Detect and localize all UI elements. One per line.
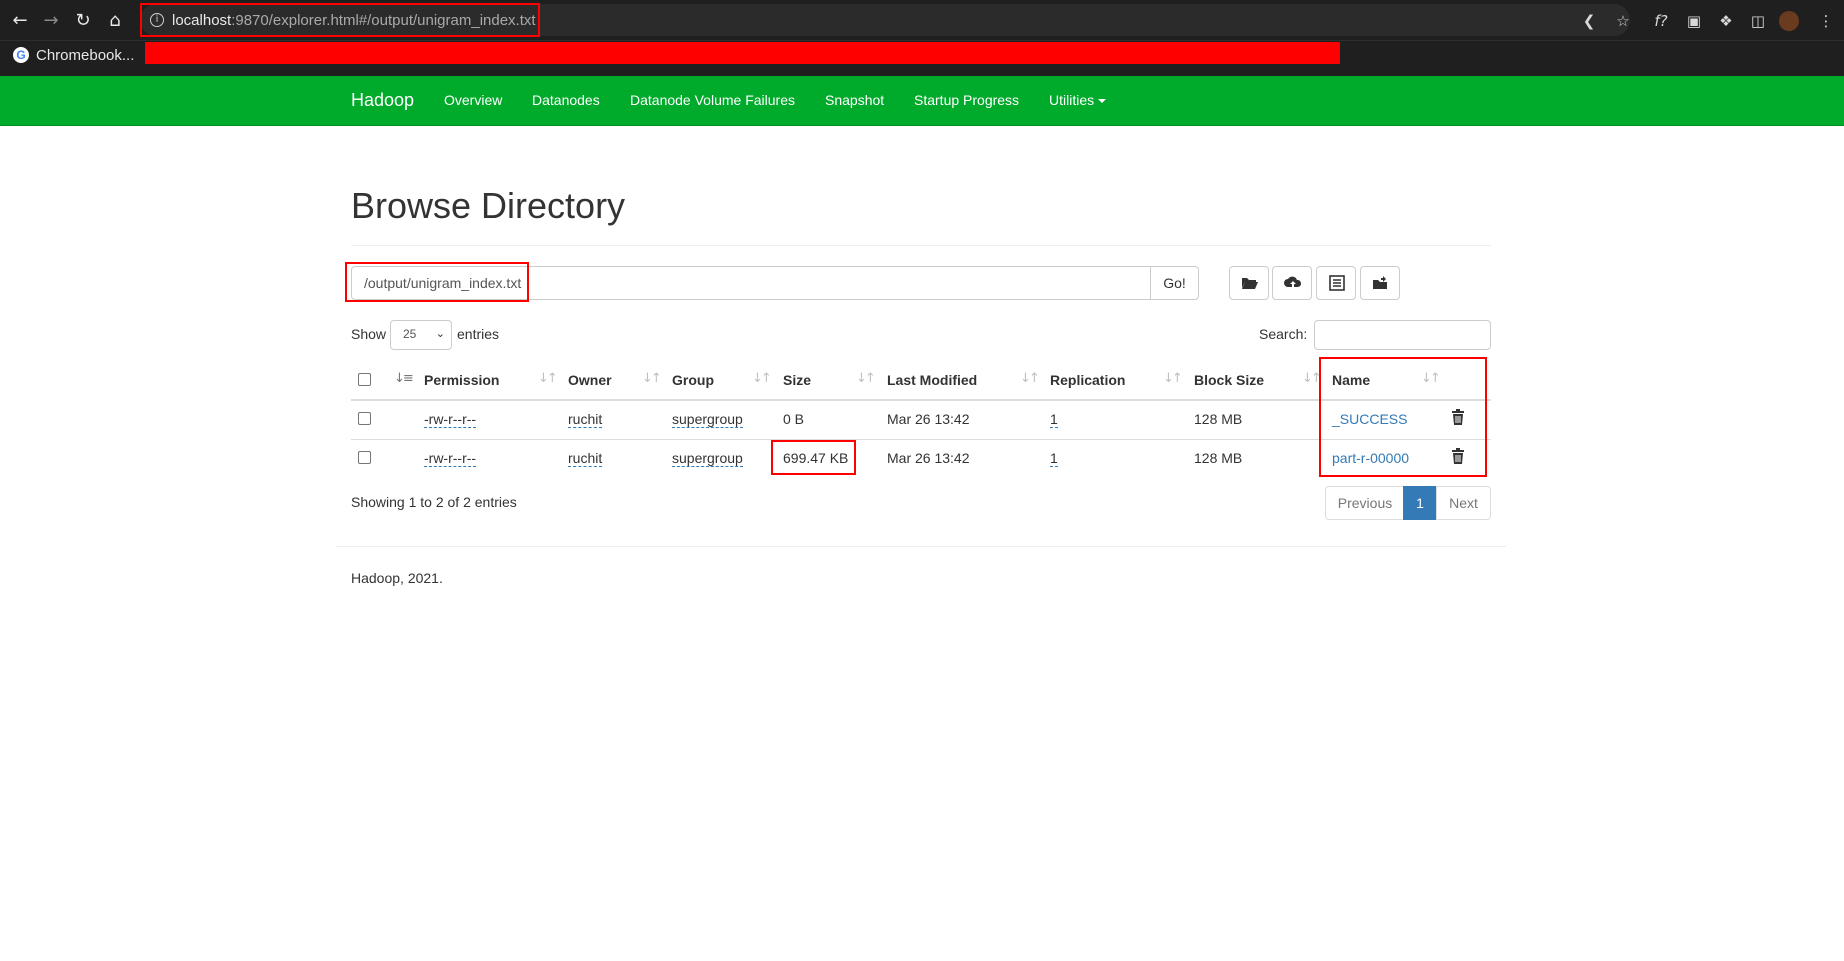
upload-button[interactable] (1272, 266, 1312, 300)
replication-cell[interactable]: 1 (1050, 450, 1058, 467)
nav-snapshot[interactable]: Snapshot (825, 92, 884, 108)
google-icon: G (13, 47, 29, 63)
block-size-cell: 128 MB (1194, 411, 1243, 427)
share-icon[interactable]: ❮ (1579, 11, 1599, 31)
column-replication[interactable]: Replication (1050, 372, 1125, 388)
cloud-upload-icon (1284, 276, 1302, 289)
row-checkbox[interactable] (358, 412, 371, 425)
go-button[interactable]: Go! (1150, 266, 1199, 300)
show-label: Show (351, 326, 387, 342)
redacted-region (145, 42, 1340, 64)
modified-cell: Mar 26 13:42 (887, 411, 970, 427)
path-highlight (345, 262, 529, 302)
extension-formula-icon[interactable]: f? (1651, 11, 1671, 31)
menu-icon[interactable]: ⋮ (1816, 11, 1836, 31)
page-title: Browse Directory (351, 185, 626, 226)
profile-avatar[interactable] (1779, 11, 1799, 31)
sort-icon[interactable]: ↓↑ (538, 371, 558, 386)
column-size[interactable]: Size (783, 372, 811, 388)
owner-cell[interactable]: ruchit (568, 411, 603, 428)
modified-cell: Mar 26 13:42 (887, 450, 970, 466)
permission-cell[interactable]: -rw-r--r-- (424, 411, 477, 428)
name-column-highlight (1319, 357, 1487, 477)
navbar-brand[interactable]: Hadoop (351, 90, 414, 111)
table-info: Showing 1 to 2 of 2 entries (351, 494, 517, 510)
list-alt-icon (1329, 275, 1345, 291)
nav-utilities-label: Utilities (1049, 92, 1095, 108)
bookmark-item[interactable]: Chromebook... (36, 47, 134, 64)
nav-datanodes[interactable]: Datanodes (532, 92, 600, 108)
cut-paste-button[interactable] (1316, 266, 1356, 300)
next-page-button[interactable]: Next (1436, 486, 1491, 520)
row-checkbox[interactable] (358, 451, 371, 464)
side-panel-icon[interactable]: ◫ (1748, 11, 1768, 31)
entries-label: entries (457, 326, 500, 342)
folder-move-icon (1373, 276, 1387, 289)
column-owner[interactable]: Owner (568, 372, 612, 388)
permission-cell[interactable]: -rw-r--r-- (424, 450, 477, 467)
search-label: Search: (1259, 326, 1308, 342)
column-permission[interactable]: Permission (424, 372, 499, 388)
column-group[interactable]: Group (672, 372, 714, 388)
column-block-size[interactable]: Block Size (1194, 372, 1264, 388)
sort-icon[interactable]: ↓↑ (856, 371, 876, 386)
create-directory-button[interactable] (1229, 266, 1269, 300)
sort-asc-icon[interactable]: ↓≡ (394, 371, 414, 386)
sort-icon[interactable]: ↓↑ (1020, 371, 1040, 386)
bookmark-star-icon[interactable]: ☆ (1613, 11, 1633, 31)
page-1-button[interactable]: 1 (1403, 486, 1437, 520)
forward-icon[interactable]: → (40, 10, 62, 32)
select-all-checkbox[interactable] (358, 373, 371, 386)
sort-icon[interactable]: ↓↑ (1163, 371, 1183, 386)
sort-icon[interactable]: ↓↑ (752, 371, 772, 386)
home-icon[interactable]: ⌂ (104, 10, 126, 32)
column-last-modified[interactable]: Last Modified (887, 372, 977, 388)
nav-volume-failures[interactable]: Datanode Volume Failures (630, 92, 795, 108)
extensions-puzzle-icon[interactable]: ❖ (1716, 11, 1736, 31)
reload-icon[interactable]: ↻ (72, 10, 94, 32)
back-icon[interactable]: ← (9, 10, 31, 32)
entries-per-page-select[interactable]: 25 ⌄ (390, 320, 452, 350)
divider (351, 245, 1491, 246)
paste-button[interactable] (1360, 266, 1400, 300)
url-highlight (140, 3, 540, 37)
extension-box-icon[interactable]: ▣ (1684, 11, 1704, 31)
caret-down-icon (1098, 99, 1107, 104)
group-cell[interactable]: supergroup (672, 411, 743, 428)
group-cell[interactable]: supergroup (672, 450, 743, 467)
size-highlight (771, 440, 856, 475)
entries-value: 25 (403, 327, 417, 341)
block-size-cell: 128 MB (1194, 450, 1243, 466)
footer-text: Hadoop, 2021. (351, 570, 443, 586)
previous-page-button[interactable]: Previous (1325, 486, 1405, 520)
search-input[interactable] (1314, 320, 1491, 350)
size-cell: 0 B (783, 411, 805, 427)
replication-cell[interactable]: 1 (1050, 411, 1058, 428)
nav-utilities[interactable]: Utilities (1049, 92, 1107, 108)
owner-cell[interactable]: ruchit (568, 450, 603, 467)
nav-startup-progress[interactable]: Startup Progress (914, 92, 1019, 108)
nav-overview[interactable]: Overview (444, 92, 502, 108)
sort-icon[interactable]: ↓↑ (1302, 371, 1322, 386)
folder-open-icon (1242, 278, 1258, 289)
sort-icon[interactable]: ↓↑ (642, 371, 662, 386)
chevron-down-icon: ⌄ (435, 327, 445, 340)
footer-divider (336, 546, 1506, 547)
